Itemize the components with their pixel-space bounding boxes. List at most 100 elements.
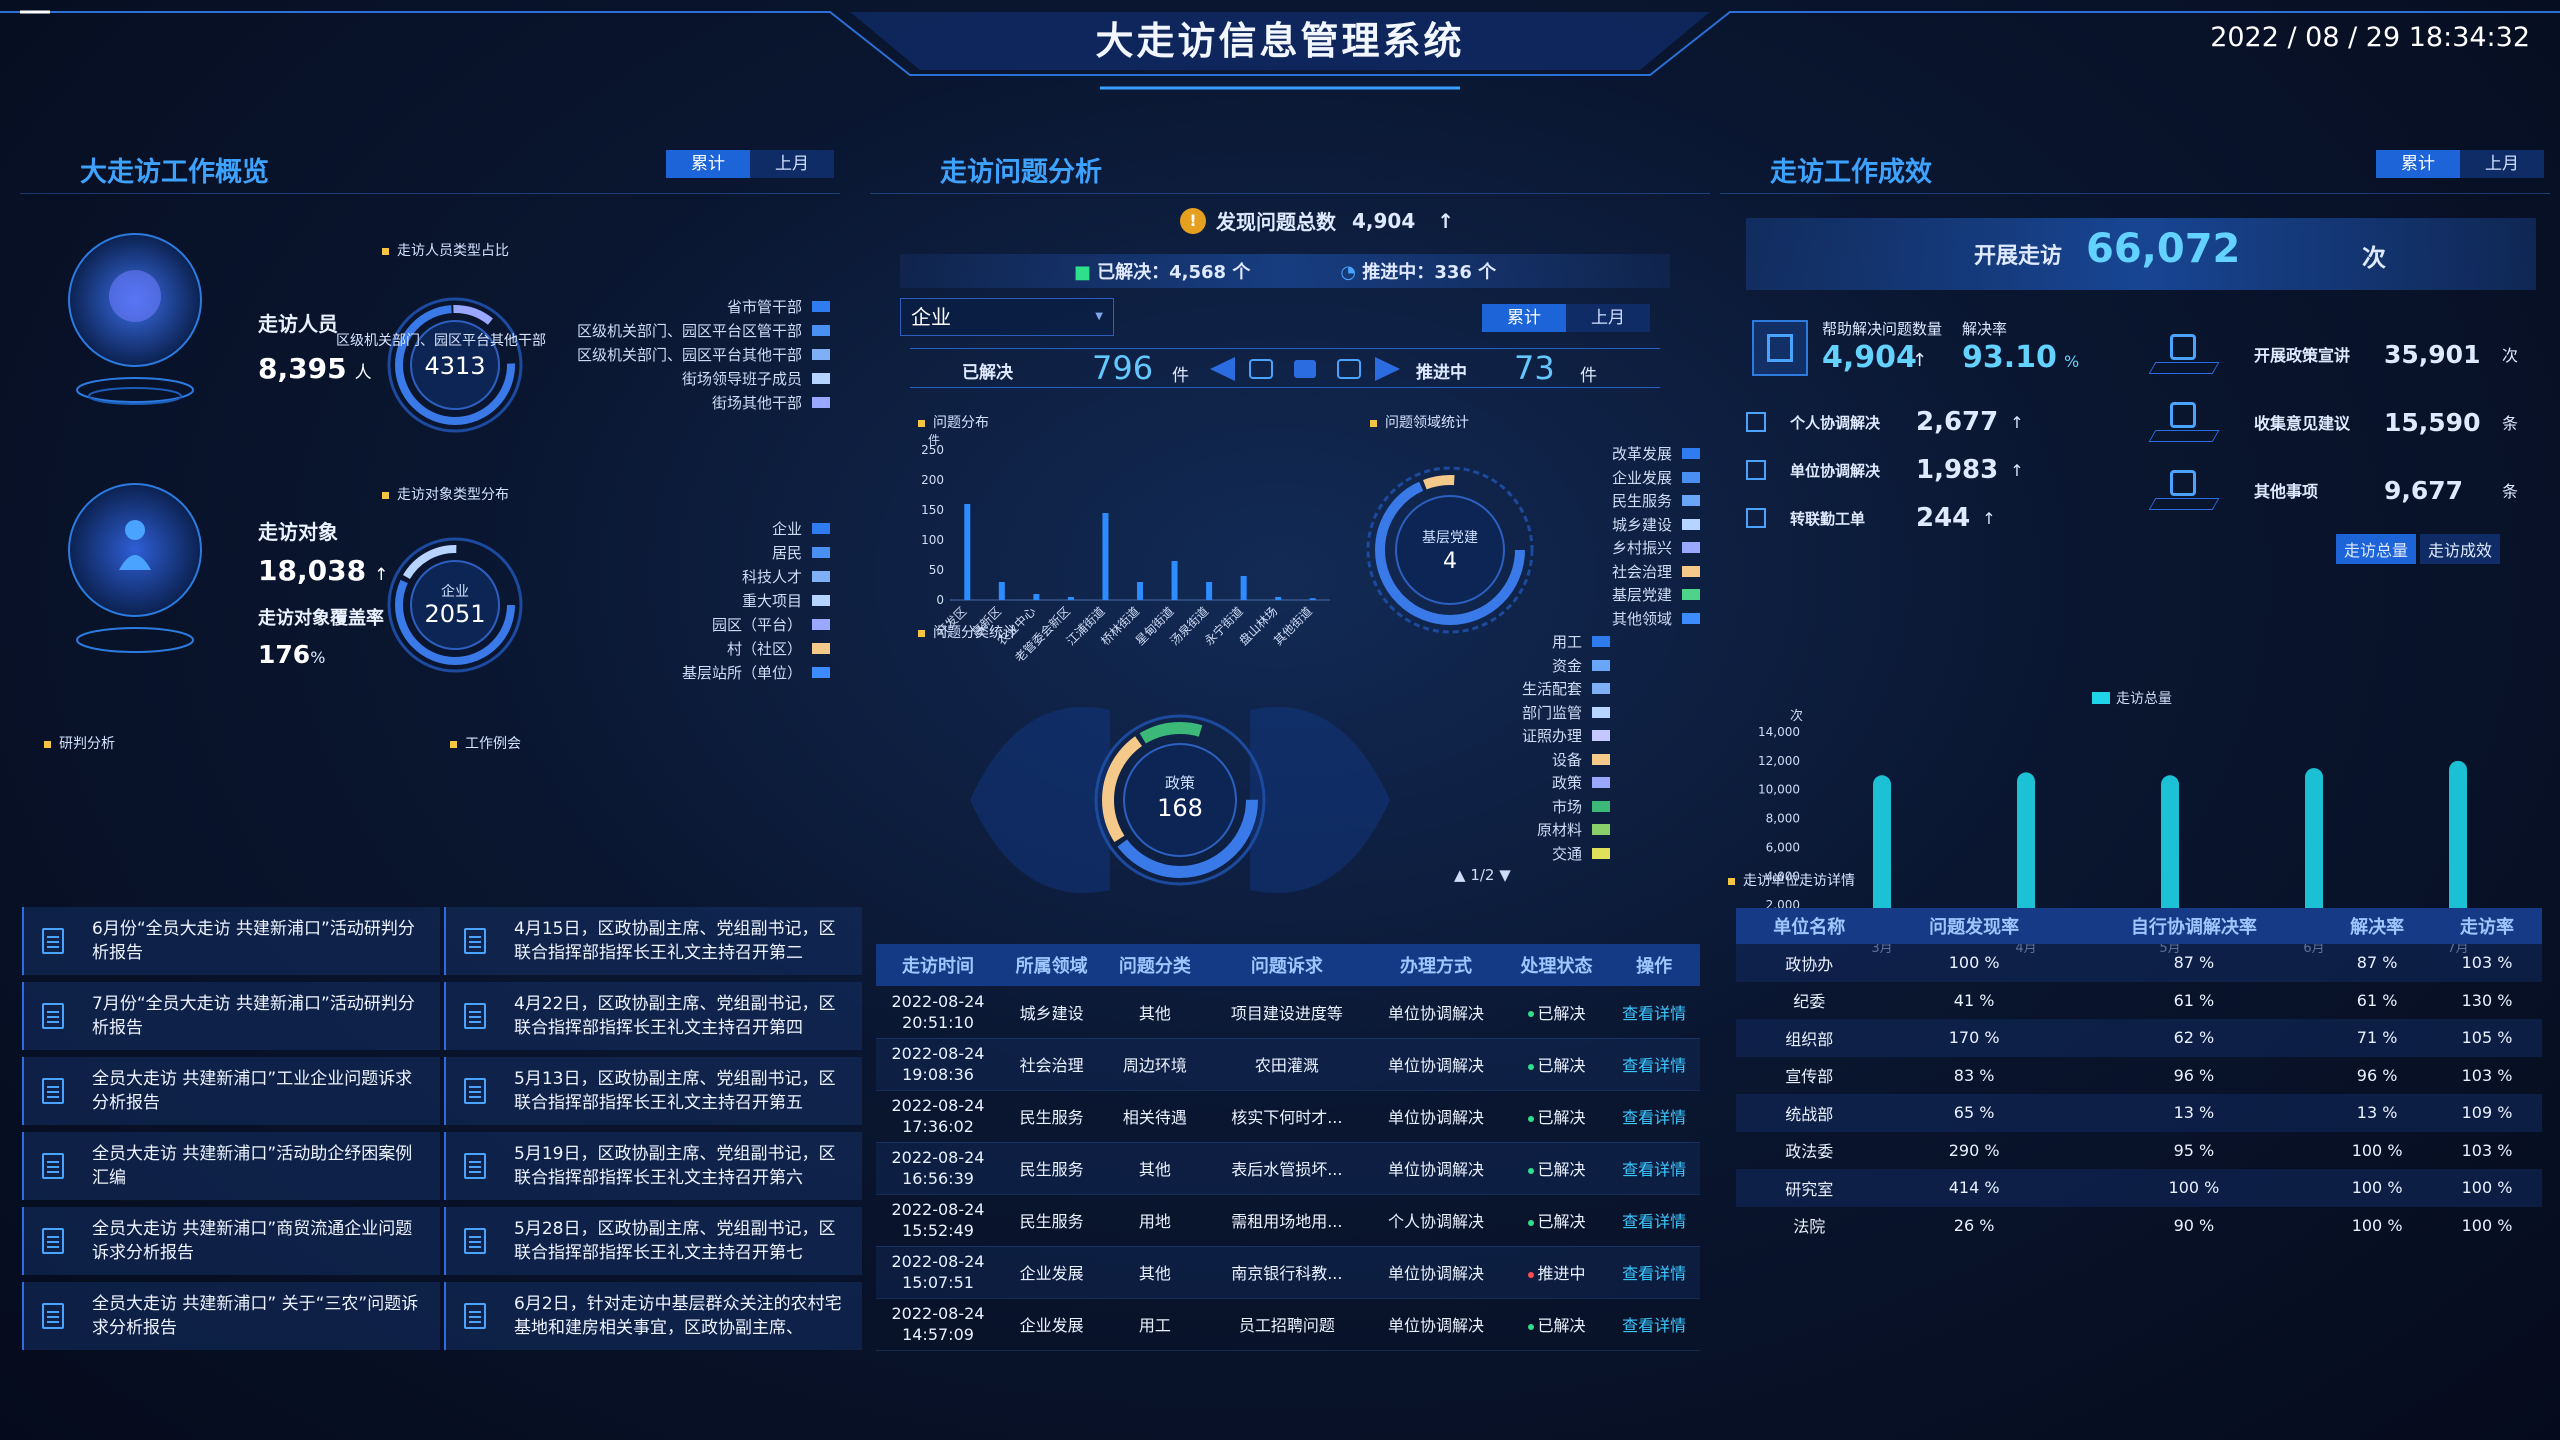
report-item[interactable]: 4月22日，区政协副主席、党组副书记，区联合指挥部指挥长王礼文主持召开第四 — [444, 982, 862, 1050]
table-row[interactable]: 2022-08-24 17:36:02 民生服务 相关待遇 核实下何时才... 单位协调解… — [876, 1090, 1700, 1143]
legend-item[interactable]: 设备 — [1430, 748, 1610, 772]
last-month-button[interactable]: 上月 — [1566, 304, 1650, 332]
legend-item[interactable]: 部门监管 — [1430, 701, 1610, 725]
cumulative-button[interactable]: 累计 — [666, 150, 750, 178]
domain-center-value: 4 — [1443, 549, 1457, 574]
table-row[interactable]: 统战部 65 % 13 % 13 % 109 % — [1736, 1094, 2542, 1132]
legend-item[interactable]: 政策 — [1430, 771, 1610, 795]
legend-item[interactable]: 省市管干部 — [540, 294, 830, 318]
legend-item[interactable]: 民生服务 — [1520, 489, 1700, 513]
report-text: 5月19日，区政协副主席、党组副书记，区联合指挥部指挥长王礼文主持召开第六 — [514, 1144, 836, 1188]
legend-item[interactable]: 改革发展 — [1520, 442, 1700, 466]
last-month-button[interactable]: 上月 — [750, 150, 834, 178]
cumulative-button[interactable]: 累计 — [2376, 150, 2460, 178]
bar[interactable] — [1171, 561, 1178, 600]
report-item[interactable]: 6月2日，针对走访中基层群众关注的农村宅基地和建房相关事宜，区政协副主席、 — [444, 1282, 862, 1350]
view-detail-link[interactable]: 查看详情 — [1622, 1316, 1686, 1335]
last-month-button[interactable]: 上月 — [2460, 150, 2544, 178]
report-item[interactable]: 7月份“全员大走访 共建新浦口”活动研判分析报告 — [22, 982, 440, 1050]
report-item[interactable]: 全员大走访 共建新浦口”商贸流通企业问题诉求分析报告 — [22, 1207, 440, 1275]
legend-item[interactable]: 交通 — [1430, 842, 1610, 866]
legend-item[interactable]: 市场 — [1430, 795, 1610, 819]
legend-item[interactable]: 街场领导班子成员 — [540, 366, 830, 390]
legend-item[interactable]: 企业 — [540, 516, 830, 540]
helped-label: 帮助解决问题数量 — [1822, 320, 1943, 338]
table-row[interactable]: 宣传部 83 % 96 % 96 % 103 % — [1736, 1057, 2542, 1095]
legend-pager[interactable]: ▲ 1/2 ▼ — [1454, 866, 1511, 884]
view-detail-link[interactable]: 查看详情 — [1622, 1108, 1686, 1127]
legend-item[interactable]: 城乡建设 — [1520, 513, 1700, 537]
table-row[interactable]: 政协办 100 % 87 % 87 % 103 % — [1736, 944, 2542, 982]
table-row[interactable]: 2022-08-24 14:57:09 企业发展 用工 员工招聘问题 单位协调解决 已解决 查… — [876, 1298, 1700, 1351]
bar[interactable] — [1275, 597, 1282, 600]
bar[interactable] — [1033, 594, 1040, 600]
rate-cell: 71 % — [2322, 1019, 2433, 1057]
legend-item[interactable]: 基层站所（单位） — [540, 660, 830, 684]
table-row[interactable]: 研究室 414 % 100 % 100 % 100 % — [1736, 1169, 2542, 1207]
legend-item[interactable]: 街场其他干部 — [540, 390, 830, 414]
legend-item[interactable]: 科技人才 — [540, 564, 830, 588]
report-item[interactable]: 4月15日，区政协副主席、党组副书记，区联合指挥部指挥长王礼文主持召开第二 — [444, 907, 862, 975]
legend-item[interactable]: 其他领域 — [1520, 607, 1700, 631]
issue-total-value: 4,904 — [1352, 208, 1416, 233]
view-detail-link[interactable]: 查看详情 — [1622, 1212, 1686, 1231]
cumulative-button[interactable]: 累计 — [1482, 304, 1566, 332]
legend-item[interactable]: 园区（平台） — [540, 612, 830, 636]
legend-item[interactable]: 用工 — [1430, 630, 1610, 654]
bar[interactable] — [1240, 576, 1247, 600]
bar[interactable] — [1309, 598, 1316, 600]
method-cell: 个人协调解决 — [1367, 1194, 1505, 1247]
bar[interactable] — [964, 504, 971, 600]
legend-item[interactable]: 乡村振兴 — [1520, 536, 1700, 560]
rate-cell: 65 % — [1882, 1094, 2066, 1132]
report-item[interactable]: 6月份“全员大走访 共建新浦口”活动研判分析报告 — [22, 907, 440, 975]
visit-time: 17:36:02 — [902, 1117, 974, 1136]
legend-item[interactable]: 区级机关部门、园区平台区管干部 — [540, 318, 830, 342]
table-row[interactable]: 2022-08-24 19:08:36 社会治理 周边环境 农田灌溉 单位协调解决 已解决 查… — [876, 1038, 1700, 1091]
legend-item[interactable]: 企业发展 — [1520, 466, 1700, 490]
legend-item[interactable]: 资金 — [1430, 654, 1610, 678]
legend-item[interactable]: 证照办理 — [1430, 724, 1610, 748]
report-item[interactable]: 全员大走访 共建新浦口” 关于“三农”问题诉求分析报告 — [22, 1282, 440, 1350]
bar[interactable] — [1206, 582, 1213, 600]
pager-down-icon[interactable]: ▼ — [1494, 866, 1511, 884]
legend-item[interactable]: 村（社区） — [540, 636, 830, 660]
report-item[interactable]: 5月28日，区政协副主席、党组副书记，区联合指挥部指挥长王礼文主持召开第七 — [444, 1207, 862, 1275]
legend-item[interactable]: 社会治理 — [1520, 560, 1700, 584]
view-detail-link[interactable]: 查看详情 — [1622, 1264, 1686, 1283]
bar[interactable] — [998, 582, 1005, 600]
bar[interactable] — [1102, 513, 1109, 600]
visitors-count: 8,395 人 — [258, 352, 372, 385]
view-detail-link[interactable]: 查看详情 — [1622, 1056, 1686, 1075]
table-row[interactable]: 纪委 41 % 61 % 61 % 130 % — [1736, 982, 2542, 1020]
report-item[interactable]: 全员大走访 共建新浦口”活动助企纾困案例汇编 — [22, 1132, 440, 1200]
legend-item[interactable]: 生活配套 — [1430, 677, 1610, 701]
table-row[interactable]: 法院 26 % 90 % 100 % 100 % — [1736, 1207, 2542, 1245]
pager-up-icon[interactable]: ▲ — [1454, 866, 1470, 884]
view-detail-link[interactable]: 查看详情 — [1622, 1004, 1686, 1023]
bar[interactable] — [1067, 597, 1074, 600]
view-detail-link[interactable]: 查看详情 — [1622, 1160, 1686, 1179]
legend-item[interactable]: 重大项目 — [540, 588, 830, 612]
table-row[interactable]: 政法委 290 % 95 % 100 % 103 % — [1736, 1132, 2542, 1170]
legend-item[interactable]: 基层党建 — [1520, 583, 1700, 607]
status-dot-icon — [1527, 1323, 1534, 1330]
domain-select[interactable]: 企业 ▼ — [900, 298, 1114, 336]
column-header: 单位名称 — [1736, 908, 1883, 944]
panel-header: 走访问题分析 — [870, 130, 1710, 194]
table-row[interactable]: 组织部 170 % 62 % 71 % 105 % — [1736, 1019, 2542, 1057]
legend-item[interactable]: 原材料 — [1430, 818, 1610, 842]
target-ring-label: 企业 — [441, 583, 469, 600]
legend-item[interactable]: 区级机关部门、园区平台其他干部 — [540, 342, 830, 366]
report-item[interactable]: 5月13日，区政协副主席、党组副书记，区联合指挥部指挥长王礼文主持召开第五 — [444, 1057, 862, 1125]
legend-item[interactable]: 居民 — [540, 540, 830, 564]
table-row[interactable]: 2022-08-24 16:56:39 民生服务 其他 表后水管损坏... 单位协调解决 已… — [876, 1142, 1700, 1195]
table-row[interactable]: 2022-08-24 20:51:10 城乡建设 其他 项目建设进度等 单位协调解决 已解决… — [876, 986, 1700, 1039]
table-row[interactable]: 2022-08-24 15:52:49 民生服务 用地 需租用场地用... 个人协调解决 已… — [876, 1194, 1700, 1247]
y-tick-label: 250 — [921, 443, 944, 457]
report-item[interactable]: 全员大走访 共建新浦口”工业企业问题诉求分析报告 — [22, 1057, 440, 1125]
report-item[interactable]: 5月19日，区政协副主席、党组副书记，区联合指挥部指挥长王礼文主持召开第六 — [444, 1132, 862, 1200]
bar[interactable] — [1137, 582, 1143, 600]
table-row[interactable]: 2022-08-24 15:07:51 企业发展 其他 南京银行科教... 单位协调解决 推… — [876, 1246, 1700, 1299]
column-header: 解决率 — [2322, 908, 2433, 944]
